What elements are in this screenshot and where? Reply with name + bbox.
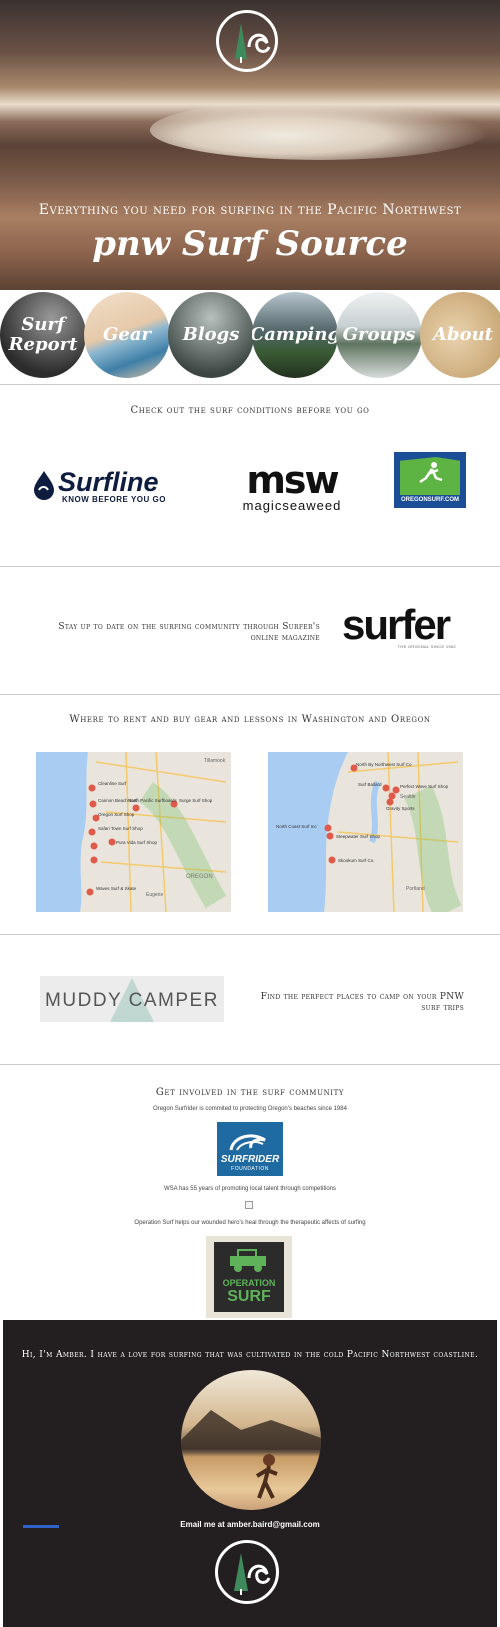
contact-email[interactable]: Email me at amber.baird@gmail.com xyxy=(3,1520,497,1529)
surfline-logo[interactable]: Surfline KNOW BEFORE YOU GO xyxy=(32,468,192,508)
map-pin-label: Perfect Wave Surf Shop xyxy=(400,784,449,789)
nav-groups[interactable]: Groups xyxy=(336,292,422,378)
surf-conditions-heading: Check out the surf conditions before you… xyxy=(130,405,370,416)
magicseaweed-logo[interactable]: msw magicseaweed xyxy=(232,460,352,513)
beach-figure-graphic xyxy=(181,1410,321,1499)
map-pin-label: Cleanline Surf xyxy=(98,781,127,786)
nav-label: Camping xyxy=(252,324,338,345)
map-pin-label: Steepwater Surf Shop xyxy=(336,834,381,839)
washington-map-graphic: North By Northwest Surf Co Surf Ballard … xyxy=(268,752,462,912)
divider xyxy=(0,694,500,695)
footer-about: Hi, I'm Amber. I have a love for surfing… xyxy=(3,1320,497,1627)
divider xyxy=(0,1064,500,1065)
wsa-broken-image[interactable] xyxy=(245,1201,253,1209)
section-nav: Surf Report Gear Blogs Camping Groups Ab… xyxy=(0,290,500,382)
nav-about[interactable]: About xyxy=(420,292,500,378)
map-pin-label: North By Northwest Surf Co xyxy=(356,762,412,767)
map-label: Eugene xyxy=(146,892,163,898)
washington-shops-map[interactable]: North By Northwest Surf Co Surf Ballard … xyxy=(268,752,463,912)
surfrider-logo[interactable]: SURFRIDER FOUNDATION xyxy=(217,1122,283,1176)
nav-blogs[interactable]: Blogs xyxy=(168,292,254,378)
operation-surf-word2: SURF xyxy=(227,1288,271,1305)
wave-image xyxy=(150,100,490,160)
nav-label: Surf Report xyxy=(8,314,78,355)
community-heading: Get involved in the surf community xyxy=(155,1087,345,1098)
surfline-drop-icon xyxy=(34,471,54,500)
map-pin-label: Oregon Surf Shop xyxy=(98,812,135,817)
wsa-text: WSA has 55 years of promoting local tale… xyxy=(163,1186,337,1192)
oregon-map-graphic: Tillamook OREGON Eugene Cleanline Surf C… xyxy=(36,752,227,912)
divider xyxy=(0,566,500,567)
operation-surf-badge: OPERATION SURF xyxy=(214,1242,284,1312)
operation-surf-text: Operation Surf helps our wounded hero's … xyxy=(134,1220,366,1226)
surfline-tagline: KNOW BEFORE YOU GO xyxy=(62,495,166,504)
nav-label: About xyxy=(433,324,493,345)
surfline-name: Surfline xyxy=(58,467,159,497)
muddy-camper-logo[interactable]: MUDDY CAMPER xyxy=(40,976,224,1022)
muddy-camper-wordmark: MUDDY CAMPER xyxy=(45,990,219,1011)
map-label: OREGON xyxy=(186,874,213,880)
divider xyxy=(0,384,500,385)
amber-photo xyxy=(181,1370,321,1510)
nav-label: Blogs xyxy=(182,324,240,345)
about-intro: Hi, I'm Amber. I have a love for surfing… xyxy=(21,1350,479,1360)
map-pin-label: Safari Town Surf Shop xyxy=(98,826,143,831)
map-pin-label: Surge Surf Shop xyxy=(179,798,213,803)
footer-logo-icon[interactable] xyxy=(215,1540,279,1604)
magazine-text: Stay up to date on the surfing community… xyxy=(58,622,320,643)
map-label: Portland xyxy=(406,886,425,892)
nav-label: Gear xyxy=(103,324,151,345)
msw-mark: msw xyxy=(246,458,339,502)
surfrider-wordmark: SURFRIDER xyxy=(220,1154,280,1165)
map-pin-label: Gravity Sports xyxy=(386,806,415,811)
surfer-wordmark: surfer xyxy=(342,601,451,648)
nav-gear[interactable]: Gear xyxy=(84,292,170,378)
jeep-icon xyxy=(230,1249,266,1272)
wave-logo-icon xyxy=(229,1134,266,1151)
map-pin-label: North Pacific Surfboards xyxy=(128,798,178,803)
operation-surf-logo[interactable]: OPERATION SURF xyxy=(206,1236,292,1318)
nav-camping[interactable]: Camping xyxy=(252,292,338,378)
brand-title: pnw Surf Source xyxy=(92,224,408,264)
oregonsurf-label: OREGONSURF.COM xyxy=(400,497,459,503)
surfer-icon xyxy=(419,462,443,484)
map-pin-label: North Coast Surf Inc xyxy=(276,824,318,829)
operation-surf-word1: OPERATION xyxy=(222,1278,276,1288)
map-pin-label: Waves Surf & Skate xyxy=(96,886,137,891)
map-pin-label: Skookum Surf Co. xyxy=(338,858,375,863)
oregonsurf-logo[interactable]: OREGONSURF.COM xyxy=(394,452,466,508)
msw-wordmark: magicseaweed xyxy=(242,498,342,513)
map-label: Tillamook xyxy=(204,758,226,764)
surfrider-sub: FOUNDATION xyxy=(231,1166,269,1172)
divider xyxy=(0,934,500,935)
hero-banner: Everything you need for surfing in the P… xyxy=(0,0,500,290)
tree-wave-logo-icon[interactable] xyxy=(216,10,278,72)
map-pin-label: Surf Ballard xyxy=(358,782,382,787)
surfer-wordmark-sub: THE ORIGINAL SINCE 1962 xyxy=(397,644,456,649)
oregon-shops-map[interactable]: Tillamook OREGON Eugene Cleanline Surf C… xyxy=(36,752,231,912)
gear-heading: Where to rent and buy gear and lessons i… xyxy=(69,714,431,725)
hero-tagline: Everything you need for surfing in the P… xyxy=(38,202,462,218)
map-pin-label: Pura Vida Surf Shop xyxy=(116,840,157,845)
nav-surf-report[interactable]: Surf Report xyxy=(0,292,86,378)
surfrider-text: Oregon Surfrider is commited to protecti… xyxy=(153,1106,347,1112)
nav-label: Groups xyxy=(342,324,416,345)
camping-text: Find the perfect places to camp on your … xyxy=(260,992,464,1013)
surfer-magazine-logo[interactable]: surfer THE ORIGINAL SINCE 1962 xyxy=(342,604,462,652)
map-label: Seattle xyxy=(400,794,416,800)
